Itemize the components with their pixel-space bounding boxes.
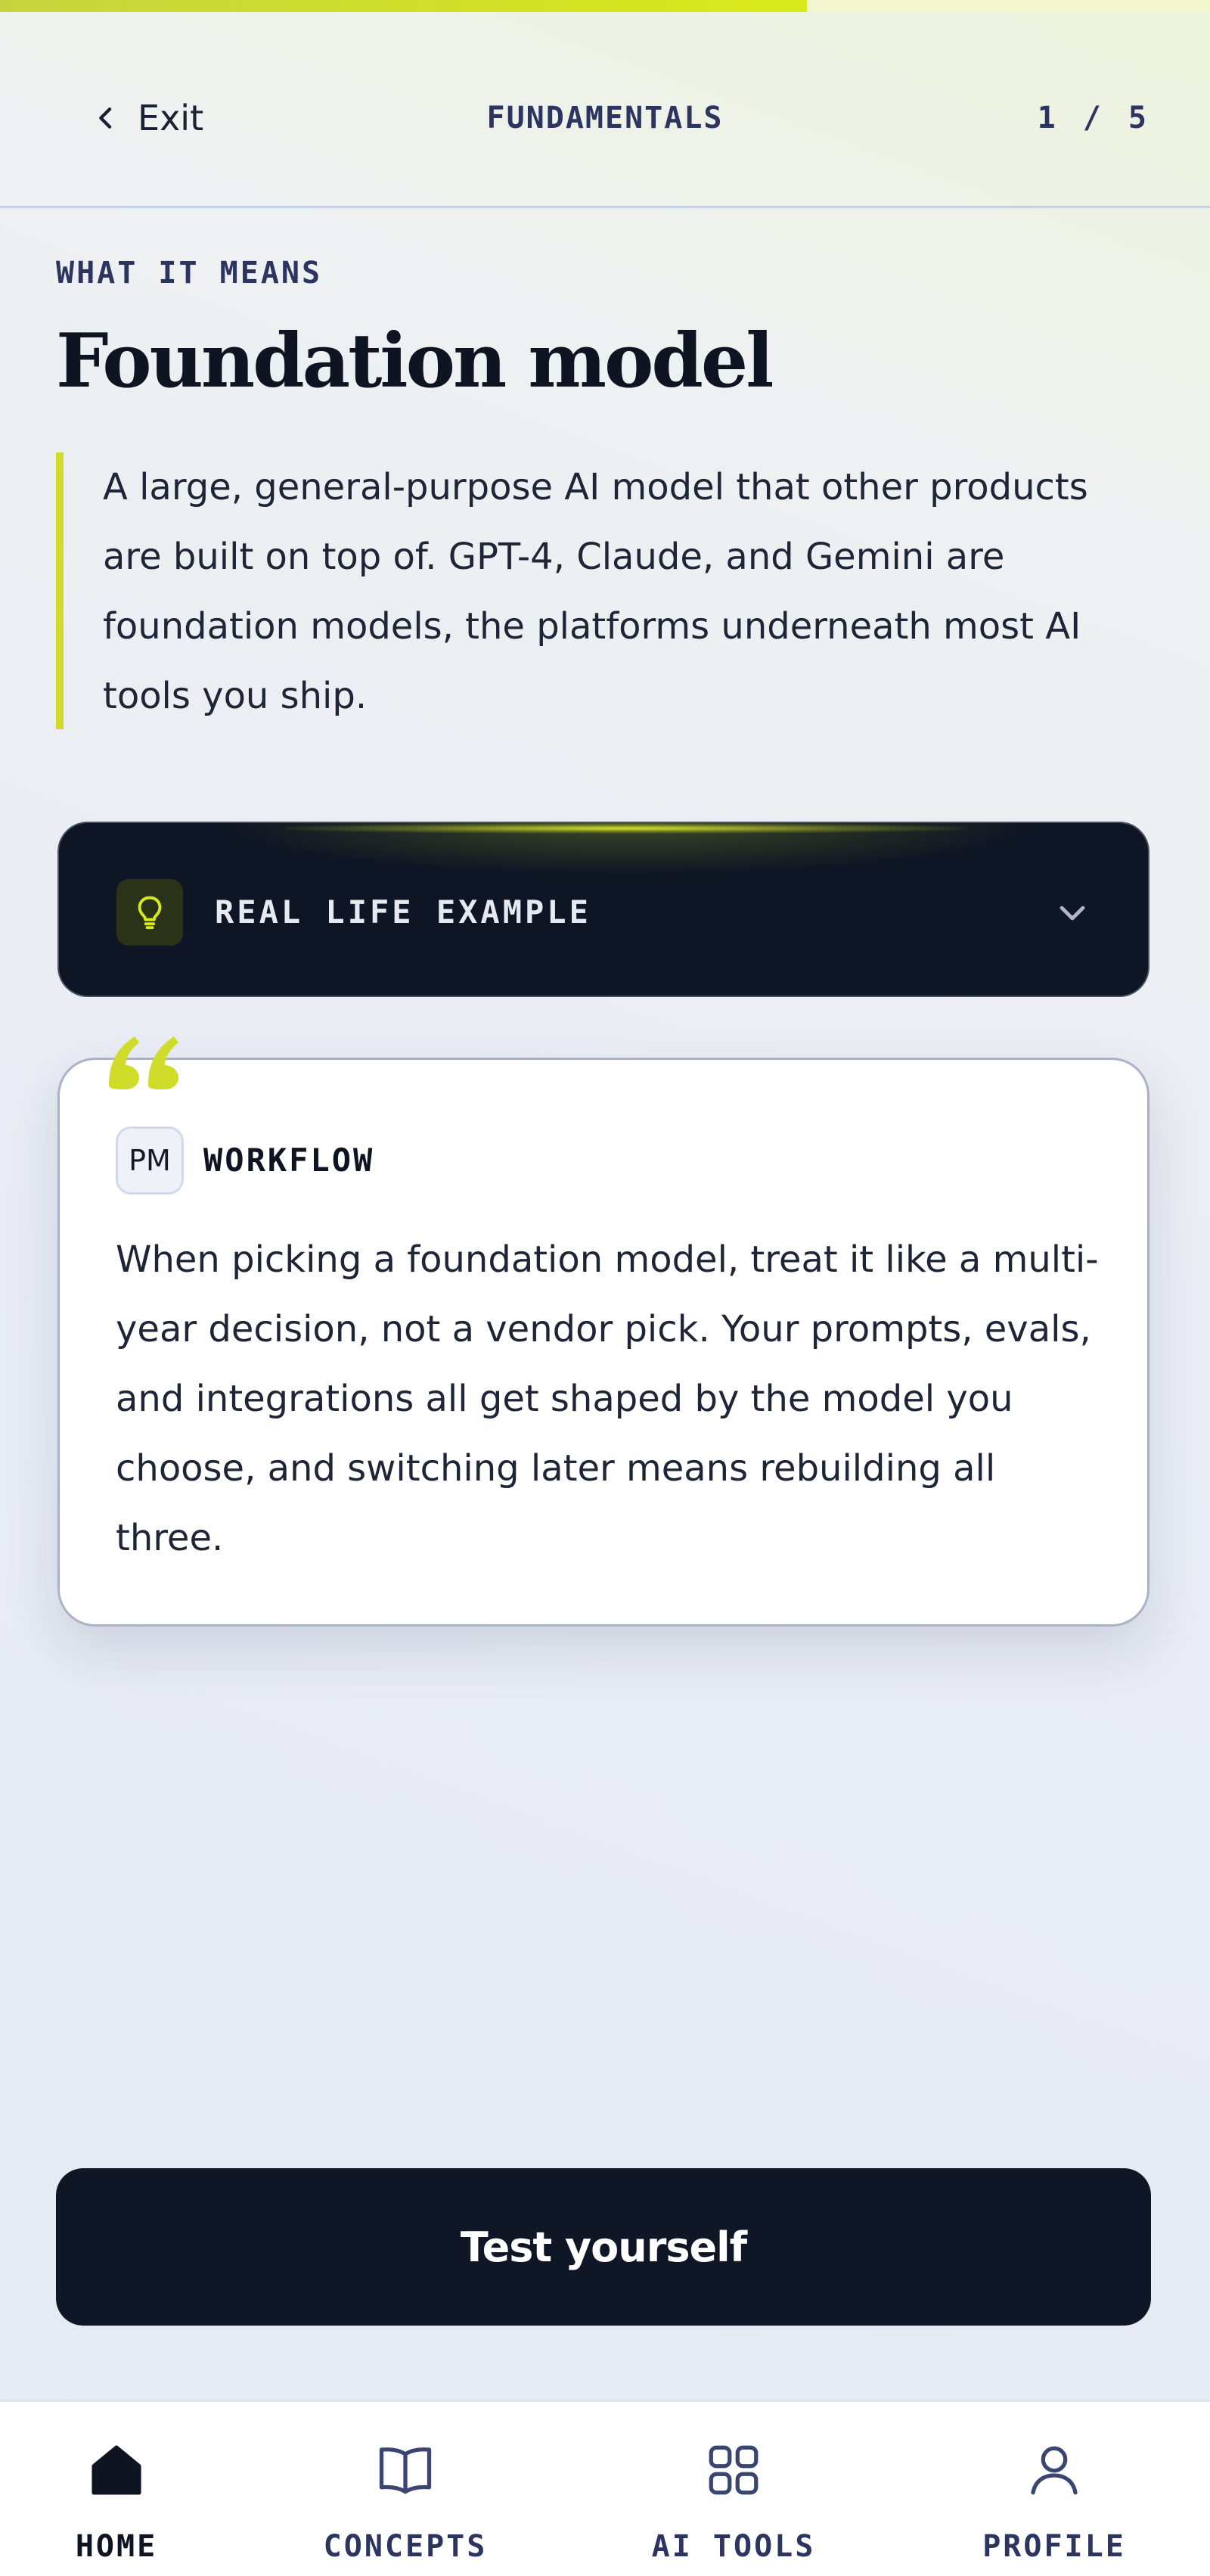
bottom-nav: HOME CONCEPTS AI TOOLS PROFILE	[0, 2400, 1210, 2576]
workflow-card: PM WORKFLOW When picking a foundation mo…	[57, 1058, 1150, 1627]
test-yourself-button[interactable]: Test yourself	[56, 2168, 1151, 2326]
home-icon	[92, 2445, 141, 2495]
accent-glow-line	[286, 823, 966, 834]
lesson-header: Exit FUNDAMENTALS 1 / 5	[0, 12, 1210, 208]
definition-eyebrow: WHAT IT MEANS	[56, 256, 323, 291]
nav-item-home[interactable]: HOME	[3, 2402, 230, 2576]
nav-item-profile[interactable]: PROFILE	[941, 2402, 1168, 2576]
nav-label-profile: PROFILE	[982, 2529, 1126, 2564]
book-icon	[379, 2447, 432, 2494]
nav-label-ai-tools: AI TOOLS	[651, 2529, 816, 2564]
section-title: FUNDAMENTALS	[486, 101, 724, 135]
nav-item-ai-tools[interactable]: AI TOOLS	[620, 2402, 847, 2576]
quote-icon	[109, 1036, 178, 1089]
nav-label-concepts: CONCEPTS	[323, 2529, 488, 2564]
term-title: Foundation model	[56, 318, 774, 405]
progress-bar	[0, 0, 1210, 12]
real-life-example-label: REAL LIFE EXAMPLE	[215, 893, 591, 931]
nav-label-home: HOME	[75, 2529, 158, 2564]
nav-item-concepts[interactable]: CONCEPTS	[292, 2402, 519, 2576]
lightbulb-badge	[116, 879, 183, 946]
lightbulb-icon	[138, 896, 162, 930]
pm-badge: PM	[116, 1126, 184, 1195]
user-icon	[1031, 2446, 1078, 2495]
step-counter: 1 / 5	[1037, 101, 1151, 135]
definition-text: A large, general-purpose AI model that o…	[56, 452, 1100, 729]
workflow-label: WORKFLOW	[203, 1142, 375, 1179]
progress-bar-fill	[0, 0, 808, 12]
grid-icon	[709, 2445, 759, 2495]
real-life-example-toggle[interactable]: REAL LIFE EXAMPLE	[57, 822, 1150, 997]
workflow-text: When picking a foundation model, treat i…	[116, 1238, 1099, 1559]
chevron-down-icon	[1060, 906, 1085, 921]
